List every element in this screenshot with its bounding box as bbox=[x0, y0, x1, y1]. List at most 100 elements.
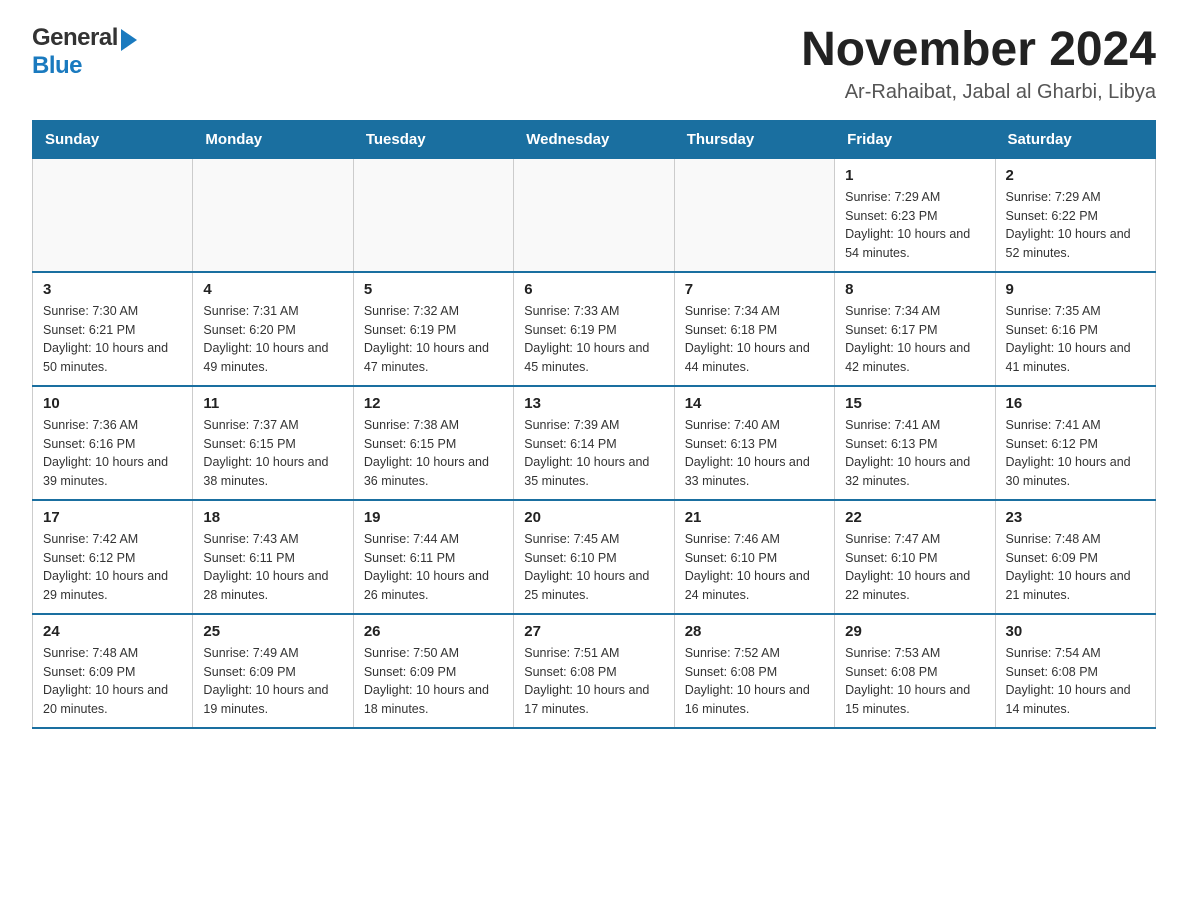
day-number: 26 bbox=[364, 623, 503, 640]
calendar-week-row: 24 Sunrise: 7:48 AMSunset: 6:09 PMDayligh… bbox=[33, 614, 1156, 728]
day-info: Sunrise: 7:29 AMSunset: 6:22 PMDaylight:… bbox=[1006, 188, 1145, 263]
day-number: 11 bbox=[203, 395, 342, 412]
calendar-week-row: 10 Sunrise: 7:36 AMSunset: 6:16 PMDayligh… bbox=[33, 386, 1156, 500]
day-info: Sunrise: 7:33 AMSunset: 6:19 PMDaylight:… bbox=[524, 302, 663, 377]
day-number: 24 bbox=[43, 623, 182, 640]
day-info: Sunrise: 7:42 AMSunset: 6:12 PMDaylight:… bbox=[43, 530, 182, 605]
day-info: Sunrise: 7:29 AMSunset: 6:23 PMDaylight:… bbox=[845, 188, 984, 263]
day-info: Sunrise: 7:35 AMSunset: 6:16 PMDaylight:… bbox=[1006, 302, 1145, 377]
page-header: General Blue November 2024 Ar-Rahaibat, … bbox=[32, 24, 1156, 104]
calendar-day-cell bbox=[514, 158, 674, 272]
calendar-day-cell: 4Sunrise: 7:31 AMSunset: 6:20 PMDaylight… bbox=[193, 272, 353, 386]
calendar-day-cell: 14 Sunrise: 7:40 AMSunset: 6:13 PMDayligh… bbox=[674, 386, 834, 500]
day-number: 9 bbox=[1006, 281, 1145, 298]
day-info: Sunrise: 7:43 AMSunset: 6:11 PMDaylight:… bbox=[203, 530, 342, 605]
calendar-day-cell: 20Sunrise: 7:45 AMSunset: 6:10 PMDayligh… bbox=[514, 500, 674, 614]
calendar-day-cell: 13 Sunrise: 7:39 AMSunset: 6:14 PMDayligh… bbox=[514, 386, 674, 500]
days-of-week-row: SundayMondayTuesdayWednesdayThursdayFrid… bbox=[33, 120, 1156, 158]
calendar-day-cell: 8 Sunrise: 7:34 AMSunset: 6:17 PMDaylight… bbox=[835, 272, 995, 386]
calendar-day-cell: 16Sunrise: 7:41 AMSunset: 6:12 PMDayligh… bbox=[995, 386, 1155, 500]
day-info: Sunrise: 7:45 AMSunset: 6:10 PMDaylight:… bbox=[524, 530, 663, 605]
day-of-week-header: Thursday bbox=[674, 120, 834, 158]
calendar-day-cell: 24 Sunrise: 7:48 AMSunset: 6:09 PMDayligh… bbox=[33, 614, 193, 728]
day-info: Sunrise: 7:34 AMSunset: 6:18 PMDaylight:… bbox=[685, 302, 824, 377]
calendar-day-cell: 12 Sunrise: 7:38 AMSunset: 6:15 PMDayligh… bbox=[353, 386, 513, 500]
logo-text-blue: Blue bbox=[32, 52, 82, 80]
day-info: Sunrise: 7:31 AMSunset: 6:20 PMDaylight:… bbox=[203, 302, 342, 377]
day-number: 1 bbox=[845, 167, 984, 184]
day-number: 8 bbox=[845, 281, 984, 298]
day-number: 23 bbox=[1006, 509, 1145, 526]
day-of-week-header: Sunday bbox=[33, 120, 193, 158]
day-info: Sunrise: 7:34 AMSunset: 6:17 PMDaylight:… bbox=[845, 302, 984, 377]
day-info: Sunrise: 7:39 AMSunset: 6:14 PMDaylight:… bbox=[524, 416, 663, 491]
day-number: 14 bbox=[685, 395, 824, 412]
day-info: Sunrise: 7:53 AMSunset: 6:08 PMDaylight:… bbox=[845, 644, 984, 719]
day-number: 2 bbox=[1006, 167, 1145, 184]
calendar-day-cell: 5 Sunrise: 7:32 AMSunset: 6:19 PMDaylight… bbox=[353, 272, 513, 386]
calendar-day-cell: 15Sunrise: 7:41 AMSunset: 6:13 PMDayligh… bbox=[835, 386, 995, 500]
day-number: 7 bbox=[685, 281, 824, 298]
day-info: Sunrise: 7:49 AMSunset: 6:09 PMDaylight:… bbox=[203, 644, 342, 719]
day-info: Sunrise: 7:52 AMSunset: 6:08 PMDaylight:… bbox=[685, 644, 824, 719]
day-info: Sunrise: 7:36 AMSunset: 6:16 PMDaylight:… bbox=[43, 416, 182, 491]
logo-text-general: General bbox=[32, 24, 118, 51]
day-info: Sunrise: 7:51 AMSunset: 6:08 PMDaylight:… bbox=[524, 644, 663, 719]
day-number: 16 bbox=[1006, 395, 1145, 412]
calendar-day-cell: 10 Sunrise: 7:36 AMSunset: 6:16 PMDayligh… bbox=[33, 386, 193, 500]
day-number: 13 bbox=[524, 395, 663, 412]
calendar-body: 1 Sunrise: 7:29 AMSunset: 6:23 PMDaylight… bbox=[33, 158, 1156, 728]
day-number: 19 bbox=[364, 509, 503, 526]
calendar-day-cell: 3Sunrise: 7:30 AMSunset: 6:21 PMDaylight… bbox=[33, 272, 193, 386]
day-info: Sunrise: 7:40 AMSunset: 6:13 PMDaylight:… bbox=[685, 416, 824, 491]
day-info: Sunrise: 7:48 AMSunset: 6:09 PMDaylight:… bbox=[43, 644, 182, 719]
calendar-day-cell: 18 Sunrise: 7:43 AMSunset: 6:11 PMDayligh… bbox=[193, 500, 353, 614]
day-number: 18 bbox=[203, 509, 342, 526]
day-of-week-header: Friday bbox=[835, 120, 995, 158]
calendar-title: November 2024 bbox=[801, 24, 1156, 77]
calendar-day-cell bbox=[353, 158, 513, 272]
logo: General Blue bbox=[32, 24, 137, 80]
day-info: Sunrise: 7:50 AMSunset: 6:09 PMDaylight:… bbox=[364, 644, 503, 719]
day-of-week-header: Saturday bbox=[995, 120, 1155, 158]
calendar-day-cell: 7 Sunrise: 7:34 AMSunset: 6:18 PMDaylight… bbox=[674, 272, 834, 386]
calendar-day-cell: 23 Sunrise: 7:48 AMSunset: 6:09 PMDayligh… bbox=[995, 500, 1155, 614]
calendar-subtitle: Ar-Rahaibat, Jabal al Gharbi, Libya bbox=[801, 81, 1156, 104]
day-info: Sunrise: 7:46 AMSunset: 6:10 PMDaylight:… bbox=[685, 530, 824, 605]
calendar-week-row: 1 Sunrise: 7:29 AMSunset: 6:23 PMDaylight… bbox=[33, 158, 1156, 272]
day-info: Sunrise: 7:38 AMSunset: 6:15 PMDaylight:… bbox=[364, 416, 503, 491]
day-number: 28 bbox=[685, 623, 824, 640]
day-number: 21 bbox=[685, 509, 824, 526]
calendar-table: SundayMondayTuesdayWednesdayThursdayFrid… bbox=[32, 120, 1156, 729]
day-number: 29 bbox=[845, 623, 984, 640]
calendar-week-row: 3Sunrise: 7:30 AMSunset: 6:21 PMDaylight… bbox=[33, 272, 1156, 386]
day-info: Sunrise: 7:48 AMSunset: 6:09 PMDaylight:… bbox=[1006, 530, 1145, 605]
calendar-header: SundayMondayTuesdayWednesdayThursdayFrid… bbox=[33, 120, 1156, 158]
calendar-day-cell bbox=[674, 158, 834, 272]
calendar-day-cell: 22Sunrise: 7:47 AMSunset: 6:10 PMDayligh… bbox=[835, 500, 995, 614]
logo-triangle-icon bbox=[121, 29, 137, 51]
calendar-day-cell: 17 Sunrise: 7:42 AMSunset: 6:12 PMDayligh… bbox=[33, 500, 193, 614]
calendar-day-cell: 30 Sunrise: 7:54 AMSunset: 6:08 PMDayligh… bbox=[995, 614, 1155, 728]
day-number: 10 bbox=[43, 395, 182, 412]
day-of-week-header: Tuesday bbox=[353, 120, 513, 158]
calendar-day-cell bbox=[33, 158, 193, 272]
day-info: Sunrise: 7:32 AMSunset: 6:19 PMDaylight:… bbox=[364, 302, 503, 377]
calendar-day-cell: 1 Sunrise: 7:29 AMSunset: 6:23 PMDaylight… bbox=[835, 158, 995, 272]
calendar-week-row: 17 Sunrise: 7:42 AMSunset: 6:12 PMDayligh… bbox=[33, 500, 1156, 614]
calendar-day-cell bbox=[193, 158, 353, 272]
day-info: Sunrise: 7:41 AMSunset: 6:13 PMDaylight:… bbox=[845, 416, 984, 491]
calendar-day-cell: 21 Sunrise: 7:46 AMSunset: 6:10 PMDayligh… bbox=[674, 500, 834, 614]
day-number: 5 bbox=[364, 281, 503, 298]
calendar-day-cell: 6Sunrise: 7:33 AMSunset: 6:19 PMDaylight… bbox=[514, 272, 674, 386]
calendar-day-cell: 9 Sunrise: 7:35 AMSunset: 6:16 PMDaylight… bbox=[995, 272, 1155, 386]
day-info: Sunrise: 7:44 AMSunset: 6:11 PMDaylight:… bbox=[364, 530, 503, 605]
day-number: 30 bbox=[1006, 623, 1145, 640]
day-number: 12 bbox=[364, 395, 503, 412]
calendar-day-cell: 19 Sunrise: 7:44 AMSunset: 6:11 PMDayligh… bbox=[353, 500, 513, 614]
calendar-day-cell: 27Sunrise: 7:51 AMSunset: 6:08 PMDayligh… bbox=[514, 614, 674, 728]
day-info: Sunrise: 7:37 AMSunset: 6:15 PMDaylight:… bbox=[203, 416, 342, 491]
day-number: 17 bbox=[43, 509, 182, 526]
day-info: Sunrise: 7:54 AMSunset: 6:08 PMDaylight:… bbox=[1006, 644, 1145, 719]
day-info: Sunrise: 7:30 AMSunset: 6:21 PMDaylight:… bbox=[43, 302, 182, 377]
